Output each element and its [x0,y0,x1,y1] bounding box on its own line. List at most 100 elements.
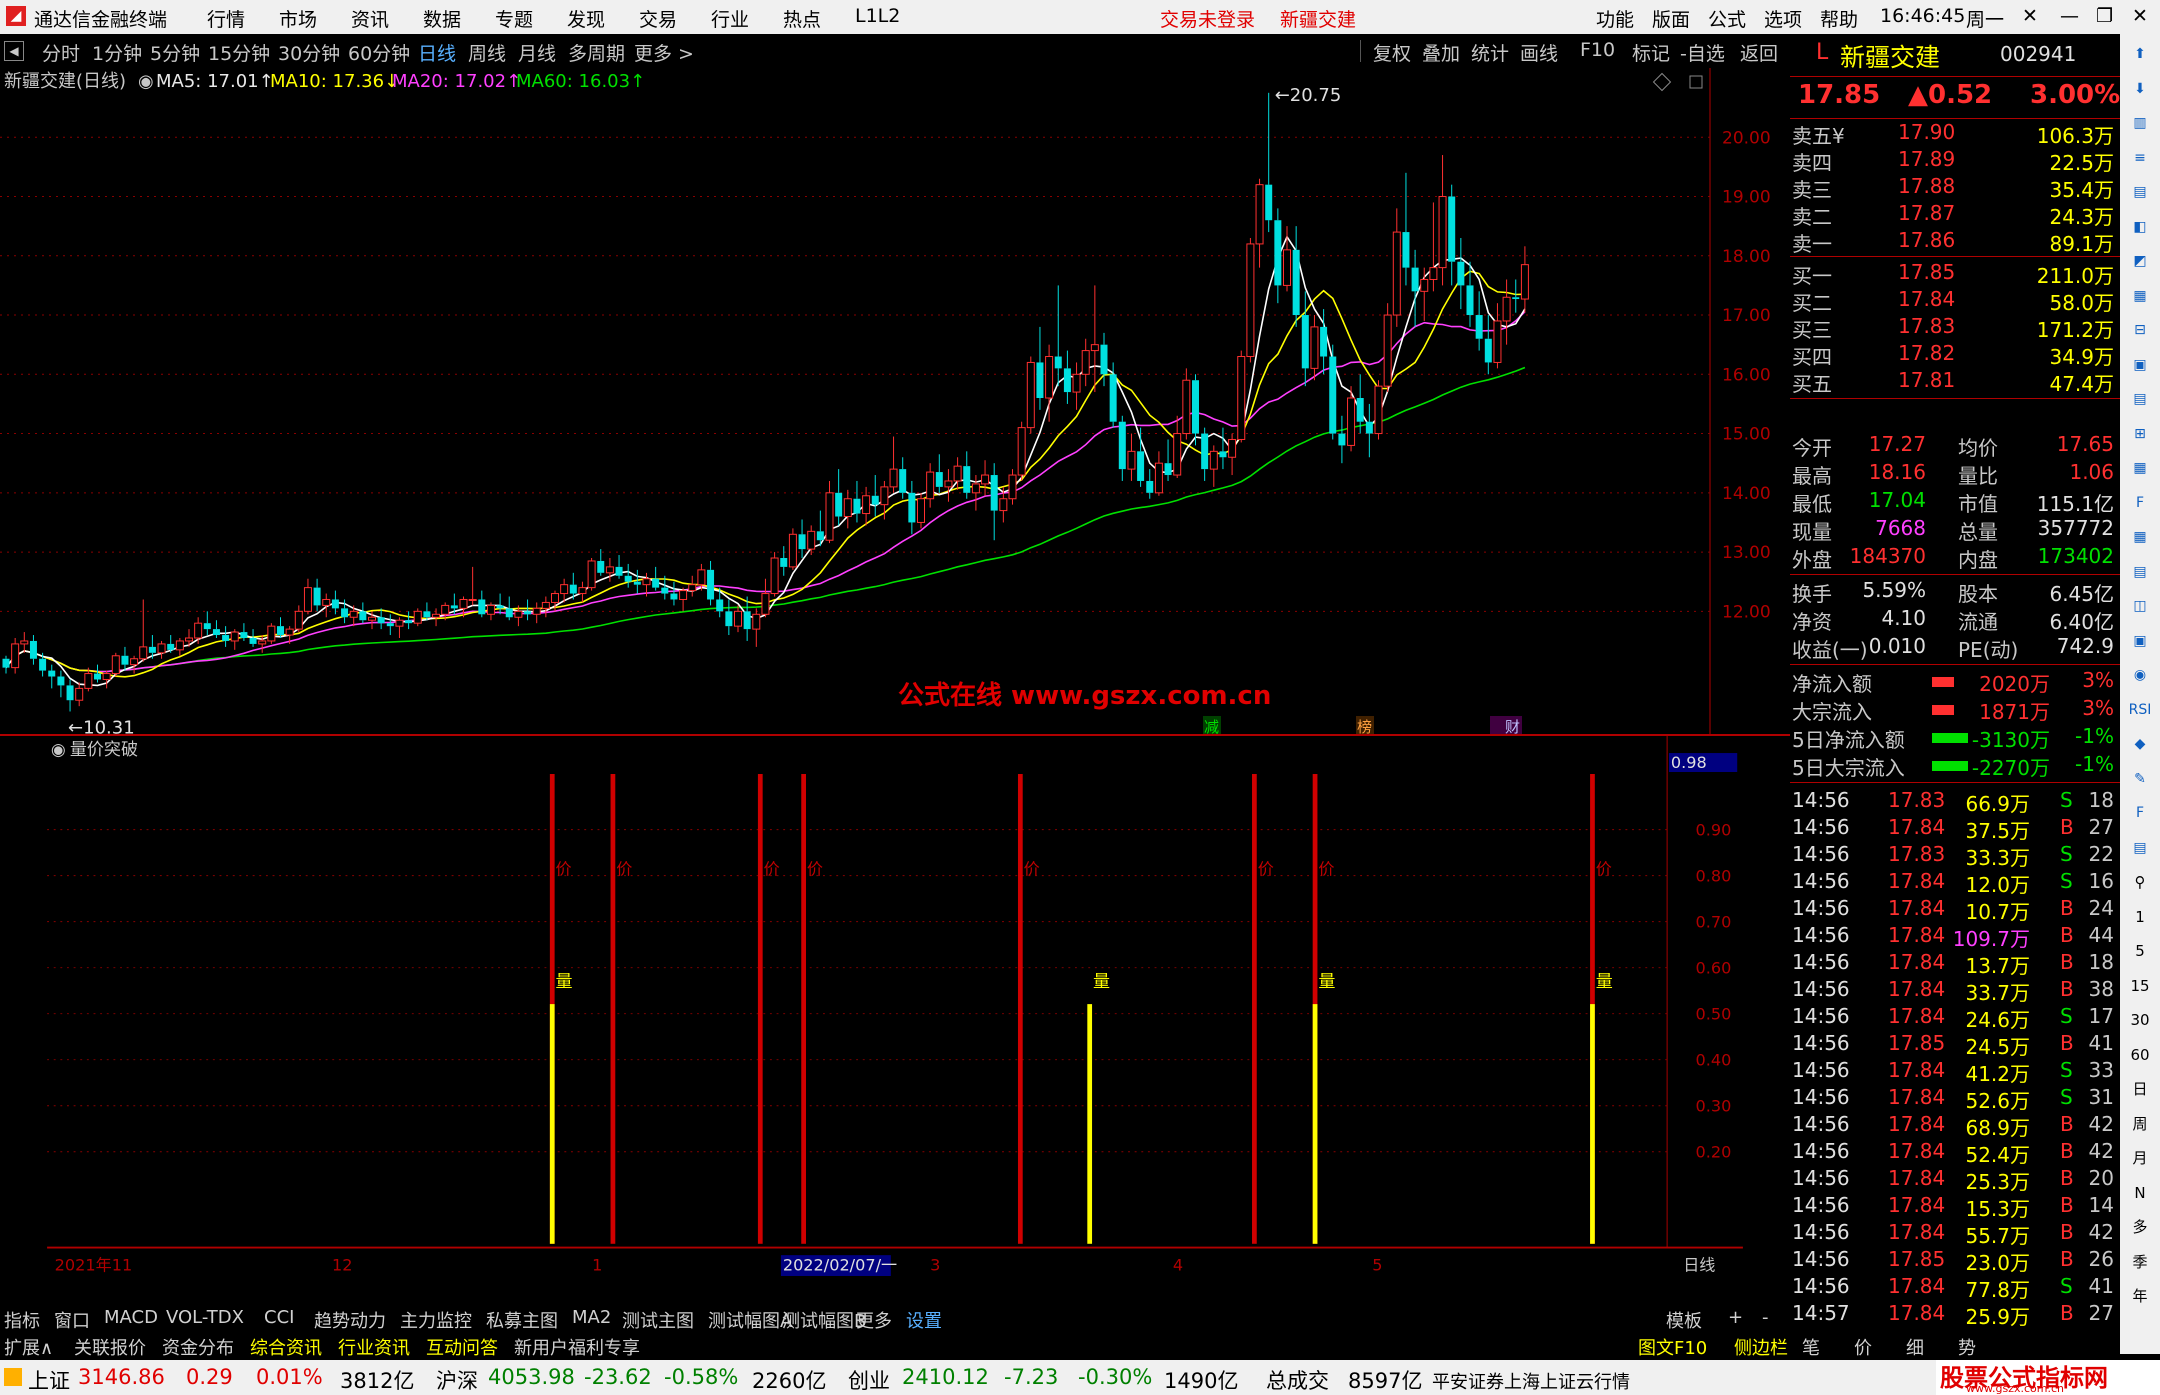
draw-button[interactable]: 画线 [1520,39,1558,66]
event-mark-cai[interactable]: 财 [1505,718,1520,736]
side-toolbar-icon[interactable]: ◉ [2128,663,2152,687]
event-mark-jian[interactable]: 减 [1204,718,1219,736]
candlestick-chart[interactable]: 新疆交建(日线) ◉ MA5: 17.01↑ MA10: 17.36↓ MA20… [0,68,1790,736]
side-toolbar-icon[interactable]: F [2128,491,2152,515]
side-toolbar-icon[interactable]: N [2128,1181,2152,1205]
template-button[interactable]: 模板 [1666,1307,1702,1333]
side-toolbar-icon[interactable]: 日 [2128,1077,2152,1101]
mark-button[interactable]: 标记 [1632,39,1670,66]
remove-window-button[interactable]: - [1762,1307,1769,1328]
side-toolbar-icon[interactable]: 5 [2128,939,2152,963]
side-toolbar-icon[interactable]: ▣ [2128,353,2152,377]
side-toolbar-icon[interactable]: 60 [2128,1043,2152,1067]
period-tab-weekly[interactable]: 周线 [468,39,506,66]
quote-panel-tab[interactable]: 笔 [1802,1334,1820,1360]
side-toolbar-icon[interactable]: ▦ [2128,284,2152,308]
side-toolbar-icon[interactable]: 15 [2128,974,2152,998]
side-toolbar-icon[interactable]: ▤ [2128,180,2152,204]
login-status[interactable]: 交易未登录 [1160,5,1255,32]
period-tab-daily[interactable]: 日线 [418,39,456,66]
menu-industry[interactable]: 行业 [711,5,749,32]
side-toolbar-icon[interactable]: ▤ [2128,560,2152,584]
period-tab-60min[interactable]: 60分钟 [348,39,410,66]
period-tab-1min[interactable]: 1分钟 [92,39,142,66]
menu-formula[interactable]: 公式 [1708,5,1746,32]
sh-label[interactable]: 上证 [28,1365,70,1395]
side-toolbar-icon[interactable]: ⊞ [2128,422,2152,446]
extension-tab[interactable]: 互动问答 [426,1334,498,1360]
menu-discover[interactable]: 发现 [567,5,605,32]
menu-market[interactable]: 市场 [279,5,317,32]
side-toolbar-icon[interactable]: ⬇ [2128,77,2152,101]
side-toolbar-icon[interactable]: ◆ [2128,732,2152,756]
extension-tab[interactable]: 新用户福利专享 [514,1334,640,1360]
side-toolbar-icon[interactable]: RSI [2128,698,2152,722]
indicator-chart[interactable]: ◉ 量价突破 0.98 0.90 0.80 0.70 0.60 0.50 0.40 0.30… [0,736,1790,1276]
collapse-icon[interactable]: ◉ [138,71,154,92]
side-toolbar-icon[interactable]: 30 [2128,1008,2152,1032]
toolbar-toggle-icon[interactable]: ◀ [4,41,24,61]
period-tab-more[interactable]: 更多 > [634,39,694,66]
side-toolbar-icon[interactable]: ≡ [2128,146,2152,170]
side-toolbar-icon[interactable]: ⬆ [2128,42,2152,66]
side-toolbar-icon[interactable]: ▦ [2128,525,2152,549]
menu-function[interactable]: 功能 [1596,5,1634,32]
side-toolbar-icon[interactable]: ◩ [2128,249,2152,273]
menu-l1l2[interactable]: L1L2 [855,5,900,27]
period-tab-5min[interactable]: 5分钟 [150,39,200,66]
menu-layout[interactable]: 版面 [1652,5,1690,32]
indicator-tab[interactable]: 测试主图 [622,1307,694,1333]
menu-options[interactable]: 选项 [1764,5,1802,32]
minimize-icon[interactable]: — [2060,5,2079,27]
side-toolbar-icon[interactable]: F [2128,801,2152,825]
f10-button[interactable]: F10 [1580,39,1615,61]
side-toolbar-icon[interactable]: ✎ [2128,767,2152,791]
extension-tab[interactable]: 资金分布 [162,1334,234,1360]
add-window-button[interactable]: + [1728,1307,1743,1328]
period-tab-monthly[interactable]: 月线 [518,39,556,66]
menu-hot[interactable]: 热点 [783,5,821,32]
cy-label[interactable]: 创业 [848,1365,890,1395]
quote-panel-tab[interactable]: 价 [1854,1334,1872,1360]
side-toolbar-icon[interactable]: ⚲ [2128,870,2152,894]
menu-quotes[interactable]: 行情 [207,5,245,32]
hs-label[interactable]: 沪深 [436,1365,478,1395]
side-toolbar-icon[interactable]: 1 [2128,905,2152,929]
indicator-tab[interactable]: 指标 [4,1307,40,1333]
period-tab-30min[interactable]: 30分钟 [278,39,340,66]
side-toolbar-icon[interactable]: 多 [2128,1215,2152,1239]
side-toolbar-icon[interactable]: ▦ [2128,456,2152,480]
menu-trade[interactable]: 交易 [639,5,677,32]
close-icon-small[interactable]: ✕ [2022,5,2038,27]
period-tab-intraday[interactable]: 分时 [42,39,80,66]
indicator-tab[interactable]: 私募主图 [486,1307,558,1333]
side-toolbar-icon[interactable]: ▥ [2128,111,2152,135]
overlay-button[interactable]: 叠加 [1422,39,1460,66]
quote-panel-tab[interactable]: 势 [1958,1334,1976,1360]
indicator-tab[interactable]: MA2 [572,1307,611,1328]
side-toolbar-icon[interactable]: 季 [2128,1250,2152,1274]
period-tab-multi[interactable]: 多周期 [568,39,625,66]
stats-button[interactable]: 统计 [1471,39,1509,66]
f10-link[interactable]: 图文F10 [1638,1334,1707,1360]
extension-tab[interactable]: 扩展∧ [4,1334,53,1360]
extension-tab[interactable]: 关联报价 [74,1334,146,1360]
side-toolbar-icon[interactable]: ▤ [2128,836,2152,860]
indicator-tab[interactable]: CCI [264,1307,294,1328]
restore-icon[interactable]: ❐ [2096,5,2113,27]
back-button[interactable]: 返回 [1740,39,1778,66]
side-toolbar-icon[interactable]: ◫ [2128,594,2152,618]
extension-tab[interactable]: 行业资讯 [338,1334,410,1360]
side-toolbar-icon[interactable]: 年 [2128,1284,2152,1308]
quote-panel-tab[interactable]: 细 [1906,1334,1924,1360]
indicator-tab[interactable]: 设置 [906,1307,942,1333]
side-toolbar-icon[interactable]: 月 [2128,1146,2152,1170]
indicator-tab[interactable]: 更多 [856,1307,892,1333]
side-toolbar-icon[interactable]: ▣ [2128,629,2152,653]
adjust-button[interactable]: 复权 [1373,39,1411,66]
side-toolbar-icon[interactable]: ▤ [2128,387,2152,411]
menu-news[interactable]: 资讯 [351,5,389,32]
menu-topic[interactable]: 专题 [495,5,533,32]
indicator-tab[interactable]: 窗口 [54,1307,90,1333]
event-mark-bang[interactable]: 榜 [1357,718,1372,736]
